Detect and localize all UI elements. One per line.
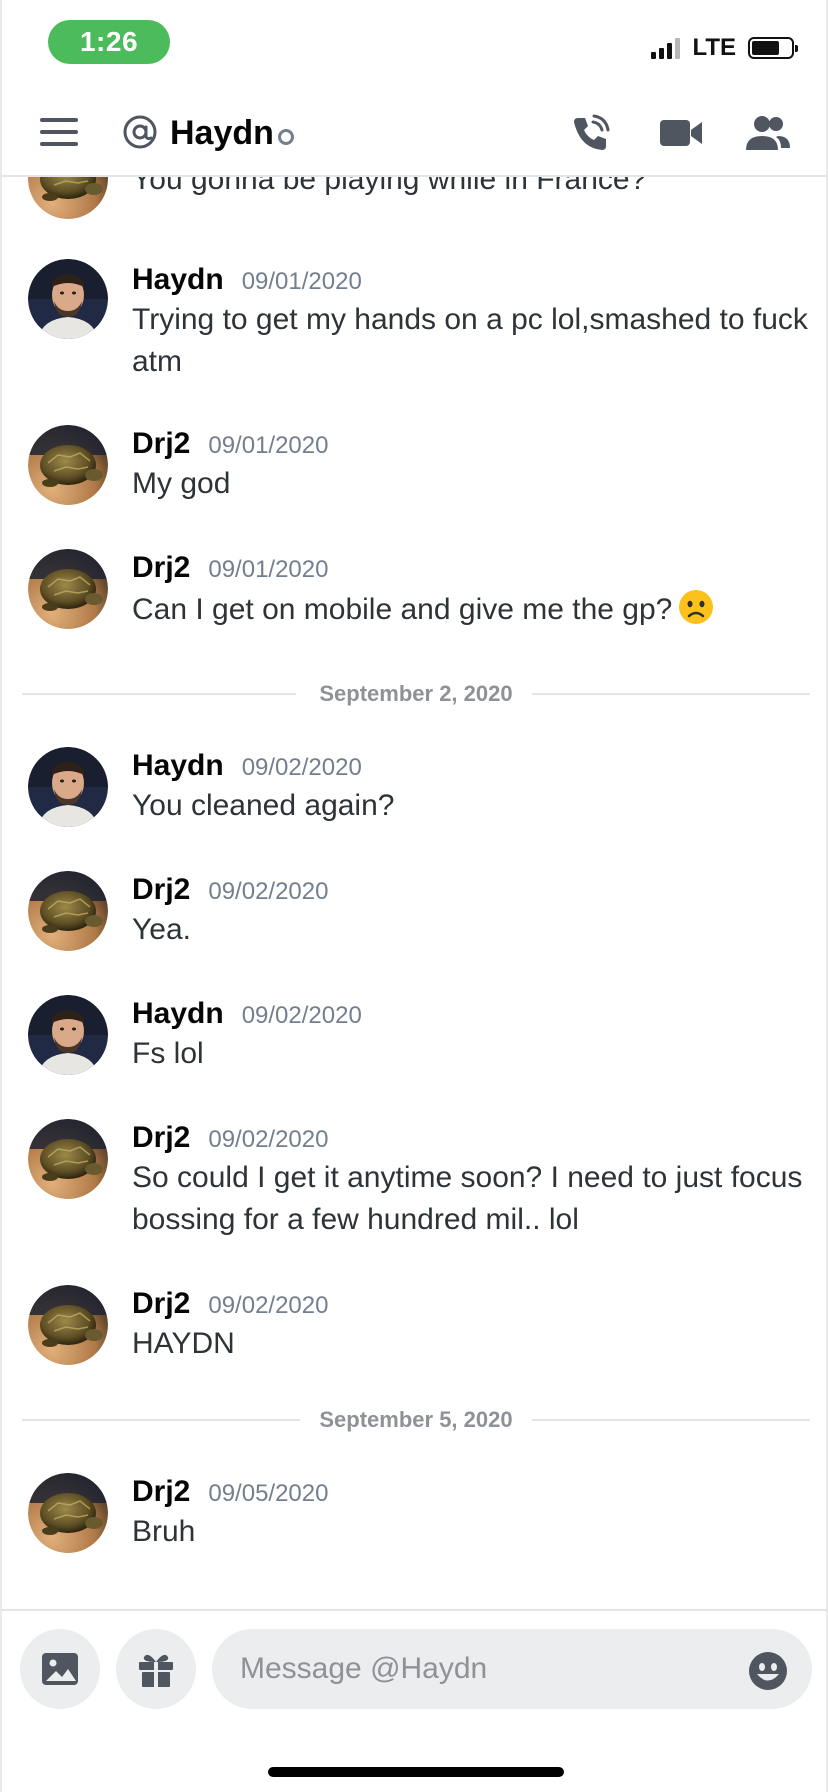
message-text: So could I get it anytime soon? I need t… xyxy=(132,1161,803,1236)
image-icon xyxy=(42,1653,78,1685)
message-text: Fs lol xyxy=(132,1037,204,1070)
message-text: Yea. xyxy=(132,913,191,946)
message-timestamp: 09/02/2020 xyxy=(208,1126,329,1153)
at-icon xyxy=(123,115,157,149)
message-author[interactable]: Haydn xyxy=(132,997,224,1031)
date-divider: September 2, 2020 xyxy=(22,681,810,706)
message-author[interactable]: Drj2 xyxy=(132,873,190,907)
date-divider: September 5, 2020 xyxy=(22,1407,810,1432)
message-timestamp: 09/02/2020 xyxy=(208,878,329,905)
avatar[interactable] xyxy=(28,259,108,339)
message-author[interactable]: Haydn xyxy=(132,263,224,297)
home-indicator[interactable] xyxy=(268,1767,564,1777)
date-divider-label: September 2, 2020 xyxy=(319,681,513,706)
message-author[interactable]: Drj2 xyxy=(132,1121,190,1155)
status-time[interactable]: 1:26 xyxy=(48,20,170,64)
status-bar: 1:26 LTE xyxy=(0,0,828,88)
message-timestamp: 09/01/2020 xyxy=(208,556,329,583)
avatar[interactable] xyxy=(28,1473,108,1553)
message-author[interactable]: Drj2 xyxy=(132,1475,190,1509)
message-text: Can I get on mobile and give me the gp? xyxy=(132,589,812,631)
avatar[interactable] xyxy=(28,425,108,505)
message-input[interactable] xyxy=(212,1629,812,1709)
avatar[interactable] xyxy=(28,995,108,1075)
gift-button[interactable] xyxy=(116,1629,196,1709)
hamburger-icon[interactable] xyxy=(40,118,78,146)
channel-header: Haydn xyxy=(0,88,828,177)
date-divider-label: September 5, 2020 xyxy=(319,1407,513,1432)
phone-call-icon[interactable] xyxy=(568,110,614,156)
presence-offline-icon xyxy=(278,129,294,145)
members-icon[interactable] xyxy=(744,110,790,156)
battery-icon xyxy=(748,37,798,59)
message-text: Trying to get my hands on a pc lol,smash… xyxy=(132,303,808,378)
avatar[interactable] xyxy=(28,747,108,827)
network-label: LTE xyxy=(692,34,736,61)
avatar[interactable] xyxy=(28,1119,108,1199)
message-text: You cleaned again? xyxy=(132,789,395,822)
frowning-face-emoji xyxy=(679,590,714,624)
message-author[interactable]: Drj2 xyxy=(132,551,190,585)
message-timestamp: 09/02/2020 xyxy=(241,754,362,781)
message-text: HAYDN xyxy=(132,1327,235,1360)
status-indicators: LTE xyxy=(651,34,798,62)
message-timestamp: 09/05/2020 xyxy=(208,1480,329,1507)
message-timestamp: 09/01/2020 xyxy=(241,268,362,295)
signal-icon xyxy=(651,37,681,59)
image-upload-button[interactable] xyxy=(20,1629,100,1709)
message-author[interactable]: Drj2 xyxy=(132,1287,190,1321)
message-text: Bruh xyxy=(132,1515,196,1548)
avatar[interactable] xyxy=(28,177,108,219)
message-text-content: Can I get on mobile and give me the gp? xyxy=(132,593,673,626)
dm-recipient-name: Haydn xyxy=(170,114,274,152)
smiley-icon[interactable] xyxy=(748,1651,788,1691)
message-author[interactable]: Haydn xyxy=(132,749,224,783)
message-list[interactable]: You gonna be playing while in France? Ha… xyxy=(0,177,828,1609)
avatar[interactable] xyxy=(28,871,108,951)
avatar[interactable] xyxy=(28,1285,108,1365)
message-author[interactable]: Drj2 xyxy=(132,427,190,461)
message-text: You gonna be playing while in France? xyxy=(132,177,647,196)
message-timestamp: 09/01/2020 xyxy=(208,432,329,459)
video-camera-icon[interactable] xyxy=(658,110,704,156)
message-timestamp: 09/02/2020 xyxy=(208,1292,329,1319)
avatar[interactable] xyxy=(28,549,108,629)
message-timestamp: 09/02/2020 xyxy=(241,1002,362,1029)
message-composer xyxy=(0,1609,828,1725)
message-text: My god xyxy=(132,467,231,500)
home-area xyxy=(0,1725,828,1792)
gift-icon xyxy=(139,1654,173,1687)
